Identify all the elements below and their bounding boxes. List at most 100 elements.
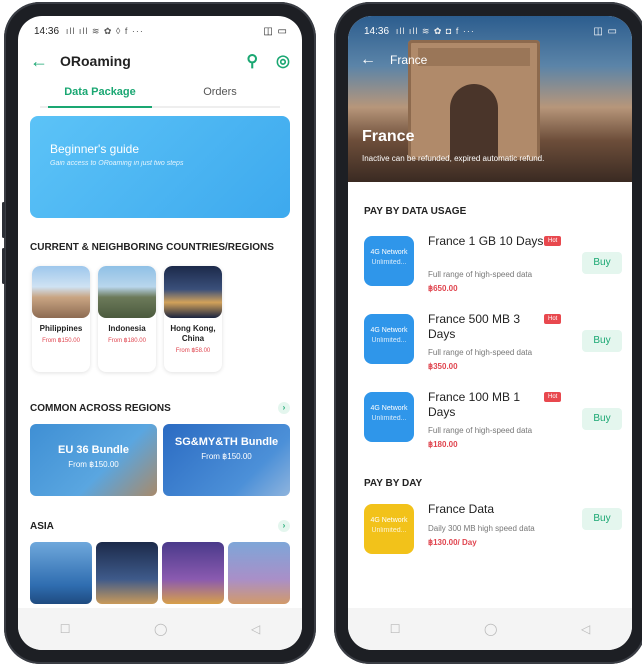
hot-badge: Hot [544, 392, 562, 402]
icon-label: 4G Network [370, 517, 408, 524]
bundle-card-sg-my-th[interactable]: SG&MY&TH Bundle From ฿150.00 [163, 424, 290, 496]
back-arrow-icon[interactable]: ← [30, 51, 60, 72]
buy-button[interactable]: Buy [582, 252, 622, 274]
back-icon[interactable]: ◁ [581, 622, 590, 636]
tab-orders[interactable]: Orders [160, 80, 280, 106]
indonesia-image [98, 266, 156, 318]
section-title: CURRENT & NEIGHBORING COUNTRIES/REGIONS [30, 242, 274, 253]
icon-label: 4G Network [370, 249, 408, 256]
system-nav-bar: ☐ ◯ ◁ [348, 608, 632, 650]
package-row[interactable]: 4G Network Unlimited... France 500 MB 3 … [364, 312, 622, 380]
country-card-indonesia[interactable]: Indonesia From ฿180.00 [98, 266, 156, 372]
country-name: Hong Kong, China [170, 324, 216, 343]
country-title: France [362, 128, 415, 145]
section-pay-by-usage: PAY BY DATA USAGE [364, 206, 467, 217]
search-icon[interactable]: ⚲ [246, 51, 258, 71]
country-card-philippines[interactable]: Philippines From ฿150.00 [32, 266, 90, 372]
package-title: France 100 MB 1 Days [428, 390, 521, 419]
battery-icon: ◫ ▭ [263, 25, 288, 37]
package-row[interactable]: 4G Network Unlimited... France 100 MB 1 … [364, 390, 622, 458]
home-icon[interactable]: ◯ [484, 622, 497, 636]
country-card-hong-kong[interactable]: Hong Kong, China From ฿58.00 [164, 266, 222, 372]
buy-button[interactable]: Buy [582, 330, 622, 352]
icon-sublabel: Unlimited... [371, 415, 407, 422]
country-list: Philippines From ฿150.00 Indonesia From … [32, 266, 222, 372]
asia-card[interactable] [30, 542, 92, 604]
battery-icon: ◫ ▭ [593, 25, 618, 37]
section-asia: ASIA › [30, 520, 290, 532]
bundle-name: SG&MY&TH Bundle [174, 436, 279, 448]
icon-label: 4G Network [370, 327, 408, 334]
france-detail-screen: 14:36 ıll ıll ≋ ✿ ◘ f ··· ◫ ▭ ← France F… [348, 16, 632, 650]
appbar-title: France [390, 53, 428, 67]
icon-sublabel: Unlimited... [371, 259, 407, 266]
refund-note: Inactive can be refunded, expired automa… [362, 154, 545, 163]
page-title: ORoaming [60, 53, 131, 69]
asia-card[interactable] [162, 542, 224, 604]
phone-left: 14:36 ıll ıll ≋ ✿ ◊ f ··· ◫ ▭ ← ORoaming… [2, 2, 316, 664]
country-price: From ฿150.00 [42, 338, 80, 344]
status-bar: 14:36 ıll ıll ≋ ✿ ◊ f ··· ◫ ▭ [18, 16, 302, 46]
chevron-right-icon[interactable]: › [278, 402, 290, 414]
settings-icon[interactable]: ◎ [276, 51, 290, 71]
app-bar: ← ORoaming ⚲ ◎ [18, 46, 302, 76]
section-current-regions: CURRENT & NEIGHBORING COUNTRIES/REGIONS [30, 242, 290, 253]
bundle-card-eu36[interactable]: EU 36 Bundle From ฿150.00 [30, 424, 157, 496]
package-title: France 500 MB 3 Days [428, 312, 521, 341]
phone-right: 14:36 ıll ıll ≋ ✿ ◘ f ··· ◫ ▭ ← France F… [334, 2, 642, 664]
asia-card[interactable] [96, 542, 158, 604]
package-description: Daily 300 MB high speed data [428, 524, 535, 533]
bundle-list: EU 36 Bundle From ฿150.00 SG&MY&TH Bundl… [30, 424, 290, 496]
home-icon[interactable]: ◯ [154, 622, 167, 636]
volume-button [2, 202, 5, 238]
volume-button [2, 248, 5, 284]
icon-sublabel: Unlimited... [371, 337, 407, 344]
bundle-price: From ฿150.00 [68, 460, 119, 469]
status-time: 14:36 [34, 25, 60, 37]
philippines-image [32, 266, 90, 318]
country-name: Indonesia [108, 324, 146, 333]
4g-network-icon: 4G Network Unlimited... [364, 236, 414, 286]
chevron-right-icon[interactable]: › [278, 520, 290, 532]
4g-network-icon: 4G Network Unlimited... [364, 504, 414, 554]
bundle-price: From ฿150.00 [201, 452, 252, 461]
package-price: ฿130.00/ Day [428, 538, 477, 547]
back-icon[interactable]: ◁ [251, 622, 260, 636]
arch-opening [450, 84, 498, 160]
status-icons: ıll ıll ≋ ✿ ◊ f ··· [65, 25, 144, 36]
recent-apps-icon[interactable]: ☐ [390, 622, 401, 636]
tab-bar: Data Package Orders [40, 80, 280, 108]
beginners-guide-banner[interactable]: Beginner's guide Gain access to ORoaming… [30, 116, 290, 218]
4g-network-icon: 4G Network Unlimited... [364, 314, 414, 364]
hong-kong-image [164, 266, 222, 318]
day-package-row[interactable]: 4G Network Unlimited... France Data Dail… [364, 502, 622, 570]
section-title: COMMON ACROSS REGIONS [30, 402, 171, 414]
tab-data-package[interactable]: Data Package [40, 80, 160, 108]
package-description: Full range of high-speed data [428, 426, 533, 435]
system-nav-bar: ☐ ◯ ◁ [18, 608, 302, 650]
buy-button[interactable]: Buy [582, 408, 622, 430]
asia-card[interactable] [228, 542, 290, 604]
status-time: 14:36 [364, 25, 390, 37]
hot-badge: Hot [544, 314, 562, 324]
bundle-name: EU 36 Bundle [58, 444, 129, 456]
package-price: ฿180.00 [428, 440, 458, 449]
package-row[interactable]: 4G Network Unlimited... France 1 GB 10 D… [364, 234, 622, 302]
4g-network-icon: 4G Network Unlimited... [364, 392, 414, 442]
icon-label: 4G Network [370, 405, 408, 412]
package-price: ฿350.00 [428, 362, 458, 371]
package-title: France Data [428, 502, 495, 516]
status-icons: ıll ıll ≋ ✿ ◘ f ··· [395, 25, 475, 36]
recent-apps-icon[interactable]: ☐ [60, 622, 71, 636]
app-bar: ← France [348, 46, 632, 74]
buy-button[interactable]: Buy [582, 508, 622, 530]
banner-title: Beginner's guide [50, 142, 140, 156]
back-arrow-icon[interactable]: ← [360, 51, 390, 69]
hot-badge: Hot [544, 236, 562, 246]
package-price: ฿650.00 [428, 284, 458, 293]
status-bar: 14:36 ıll ıll ≋ ✿ ◘ f ··· ◫ ▭ [348, 16, 632, 46]
section-title: ASIA [30, 520, 54, 532]
section-common-regions: COMMON ACROSS REGIONS › [30, 402, 290, 414]
banner-subtitle: Gain access to ORoaming in just two step… [50, 160, 184, 167]
country-name: Philippines [39, 324, 83, 333]
